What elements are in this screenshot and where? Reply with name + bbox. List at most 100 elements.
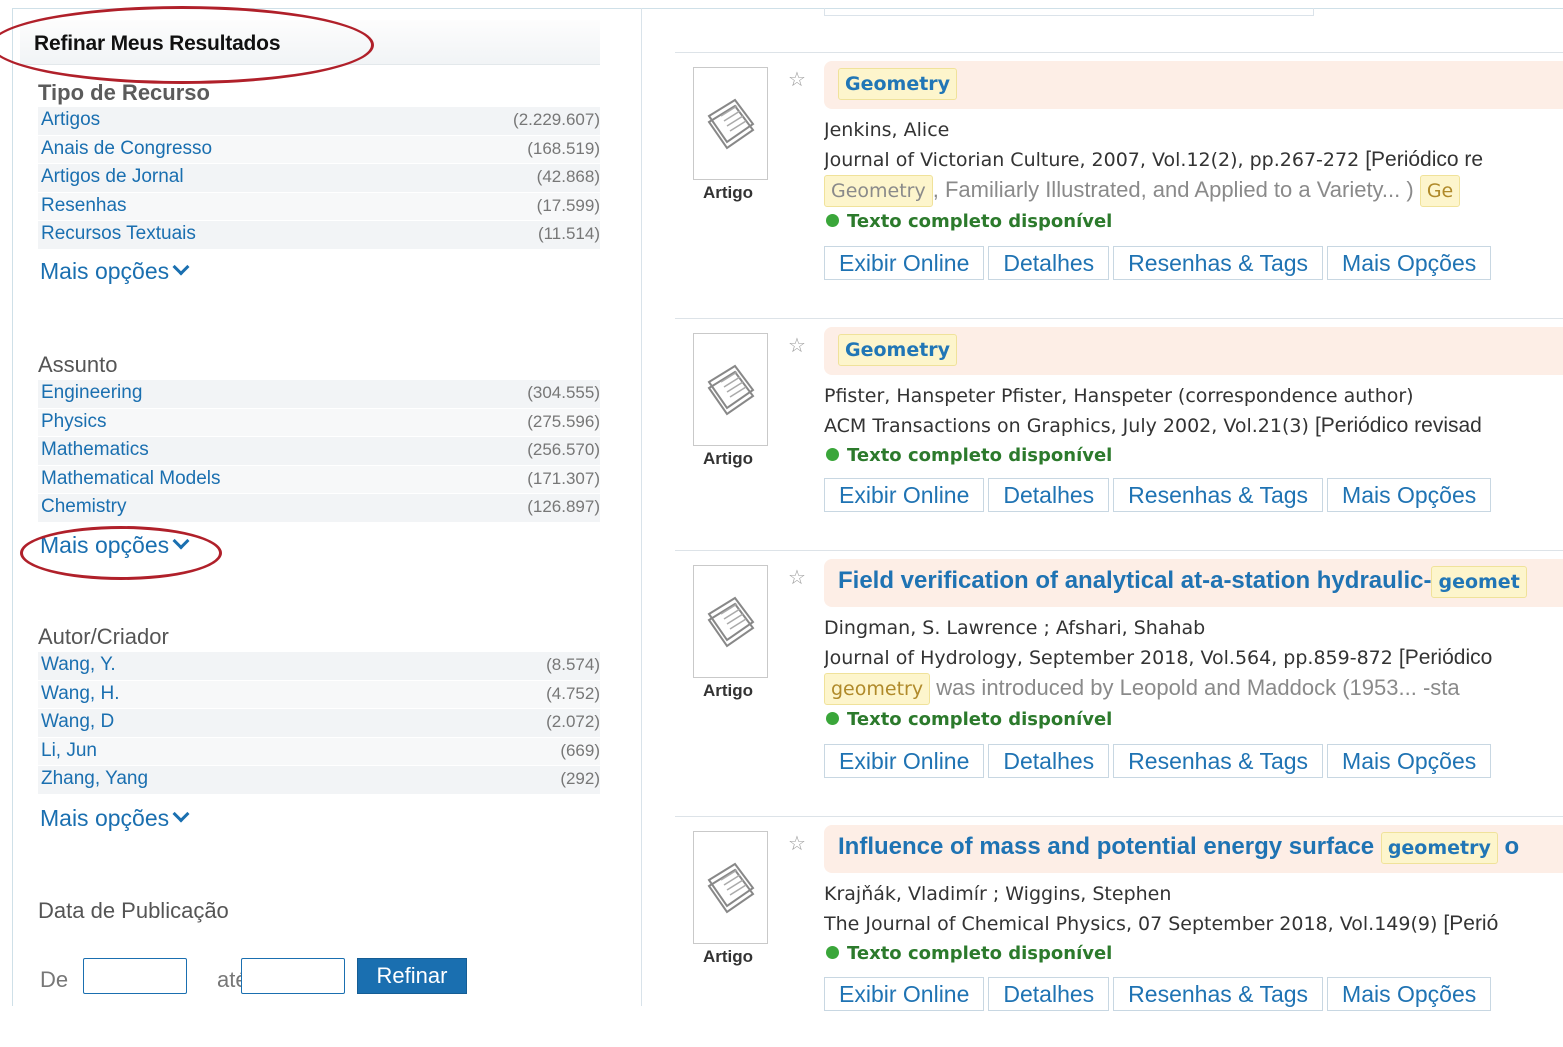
result-title-bar[interactable]: Geometry [824, 61, 1563, 109]
facet-list-resource-type: Artigos (2.229.607) Anais de Congresso (16… [38, 107, 600, 250]
green-dot-icon [826, 946, 839, 959]
date-from-input[interactable] [83, 958, 187, 994]
reviews-tags-button[interactable]: Resenhas & Tags [1113, 744, 1324, 778]
view-online-button[interactable]: Exibir Online [824, 478, 985, 512]
facet-item[interactable]: Artigos de Jornal (42.868) [38, 164, 600, 193]
facet-item[interactable]: Li, Jun (669) [38, 737, 600, 766]
refine-button[interactable]: Refinar [357, 958, 467, 994]
star-outline-icon[interactable]: ☆ [788, 67, 806, 92]
title-highlight: geomet [1431, 566, 1527, 598]
view-online-button[interactable]: Exibir Online [824, 246, 985, 280]
more-options-button[interactable]: Mais Opções [1327, 744, 1492, 778]
document-icon[interactable] [693, 565, 768, 678]
snippet-highlight-2: Ge [1419, 175, 1461, 207]
result-title[interactable]: Field verification of analytical at-a-st… [838, 566, 1527, 598]
facet-item[interactable]: Chemistry (126.897) [38, 494, 600, 523]
facet-item-count: (126.897) [527, 497, 600, 516]
facet-item[interactable]: Mathematics (256.570) [38, 437, 600, 466]
title-highlight: Geometry [838, 68, 958, 100]
snippet-text: was introduced by Leopold and Maddock (1… [930, 675, 1460, 700]
facet-item-label[interactable]: Mathematical Models [41, 466, 221, 492]
details-button[interactable]: Detalhes [988, 478, 1110, 512]
result-source-text: ACM Transactions on Graphics, July 2002,… [824, 415, 1309, 437]
facet-item[interactable]: Wang, H. (4.752) [38, 680, 600, 709]
date-to-input[interactable] [241, 958, 345, 994]
result-source: Journal of Victorian Culture, 2007, Vol.… [824, 148, 1563, 172]
facet-item-label[interactable]: Mathematics [41, 437, 149, 463]
facet-item-label[interactable]: Recursos Textuais [41, 221, 196, 247]
more-options-button[interactable]: Mais Opções [1327, 478, 1492, 512]
availability-text: Texto completo disponível [847, 211, 1113, 232]
document-icon[interactable] [693, 67, 768, 180]
availability-text: Texto completo disponível [847, 943, 1113, 964]
availability-status: Texto completo disponível [826, 709, 1112, 730]
more-options-author[interactable]: Mais opções [40, 805, 190, 832]
facet-item-count: (171.307) [527, 468, 600, 488]
availability-status: Texto completo disponível [826, 445, 1112, 466]
more-options-subject[interactable]: Mais opções [40, 532, 190, 559]
facet-item[interactable]: Physics (275.596) [38, 408, 600, 437]
green-dot-icon [826, 448, 839, 461]
refine-sidebar: Refinar Meus Resultados Tipo de Recurso … [20, 18, 600, 1006]
result-title-bar[interactable]: Geometry [824, 327, 1563, 375]
facet-item[interactable]: Recursos Textuais (11.514) [38, 221, 600, 250]
facet-item[interactable]: Mathematical Models (171.307) [38, 465, 600, 494]
facet-item-label[interactable]: Wang, D [41, 709, 114, 735]
chevron-down-icon [172, 805, 190, 823]
result-authors: Jenkins, Alice [824, 119, 950, 141]
details-button[interactable]: Detalhes [988, 744, 1110, 778]
facet-item-label[interactable]: Anais de Congresso [41, 136, 212, 162]
column-divider [641, 8, 642, 1006]
result-actions: Exibir Online Detalhes Resenhas & Tags Mais… [824, 744, 1495, 778]
facet-item-label[interactable]: Engineering [41, 380, 142, 406]
facet-item[interactable]: Zhang, Yang (292) [38, 766, 600, 795]
more-options-button[interactable]: Mais Opções [1327, 246, 1492, 280]
facet-item-label[interactable]: Artigos [41, 107, 100, 133]
facet-item-count: (17.599) [536, 195, 600, 215]
facet-item-label[interactable]: Physics [41, 409, 106, 435]
result-authors: Dingman, S. Lawrence ; Afshari, Shahab [824, 617, 1206, 639]
result-title[interactable]: Geometry [838, 334, 958, 366]
details-button[interactable]: Detalhes [988, 246, 1110, 280]
reviews-tags-button[interactable]: Resenhas & Tags [1113, 478, 1324, 512]
facet-item-label[interactable]: Wang, H. [41, 681, 120, 707]
facet-item-label[interactable]: Resenhas [41, 193, 127, 219]
facet-item[interactable]: Wang, Y. (8.574) [38, 652, 600, 681]
facet-item-label[interactable]: Artigos de Jornal [41, 164, 184, 190]
result-title-bar[interactable]: Field verification of analytical at-a-st… [824, 559, 1563, 607]
view-online-button[interactable]: Exibir Online [824, 744, 985, 778]
facet-item[interactable]: Artigos (2.229.607) [38, 107, 600, 136]
more-options-resource-type[interactable]: Mais opções [40, 258, 190, 285]
availability-text: Texto completo disponível [847, 709, 1113, 730]
result-source: Journal of Hydrology, September 2018, Vo… [824, 646, 1563, 670]
reviews-tags-button[interactable]: Resenhas & Tags [1113, 246, 1324, 280]
document-icon[interactable] [693, 831, 768, 944]
facet-item[interactable]: Resenhas (17.599) [38, 192, 600, 221]
facet-list-subject: Engineering (304.555) Physics (275.596) Ma… [38, 380, 600, 523]
snippet-highlight: geometry [824, 673, 931, 705]
facet-item-label[interactable]: Wang, Y. [41, 652, 116, 678]
more-options-label: Mais opções [40, 258, 170, 284]
facet-item[interactable]: Wang, D (2.072) [38, 709, 600, 738]
star-outline-icon[interactable]: ☆ [788, 565, 806, 590]
facet-item-label[interactable]: Chemistry [41, 494, 127, 520]
facet-item[interactable]: Anais de Congresso (168.519) [38, 135, 600, 164]
result-item: Artigo ☆ Geometry Pfister, Hanspeter Pfi… [675, 318, 1563, 549]
result-item: Artigo ☆ Geometry Jenkins, Alice Journal… [675, 52, 1563, 283]
result-title[interactable]: Influence of mass and potential energy s… [838, 832, 1519, 864]
document-icon[interactable] [693, 333, 768, 446]
result-title[interactable]: Geometry [838, 68, 958, 100]
snippet-text: , Familiarly Illustrated, and Applied to… [932, 177, 1414, 202]
facet-item-count: (669) [560, 740, 600, 760]
result-item: Artigo ☆ Field verification of analytica… [675, 550, 1563, 781]
green-dot-icon [826, 214, 839, 227]
facet-title-date: Data de Publicação [38, 898, 229, 923]
result-title-bar[interactable]: Influence of mass and potential energy s… [824, 825, 1563, 873]
facet-item[interactable]: Engineering (304.555) [38, 380, 600, 409]
availability-status: Texto completo disponível [826, 211, 1112, 232]
facet-item-label[interactable]: Li, Jun [41, 738, 97, 764]
star-outline-icon[interactable]: ☆ [788, 333, 806, 358]
star-outline-icon[interactable]: ☆ [788, 831, 806, 856]
facet-item-label[interactable]: Zhang, Yang [41, 766, 148, 792]
result-source-text: The Journal of Chemical Physics, 07 Sept… [824, 913, 1438, 935]
